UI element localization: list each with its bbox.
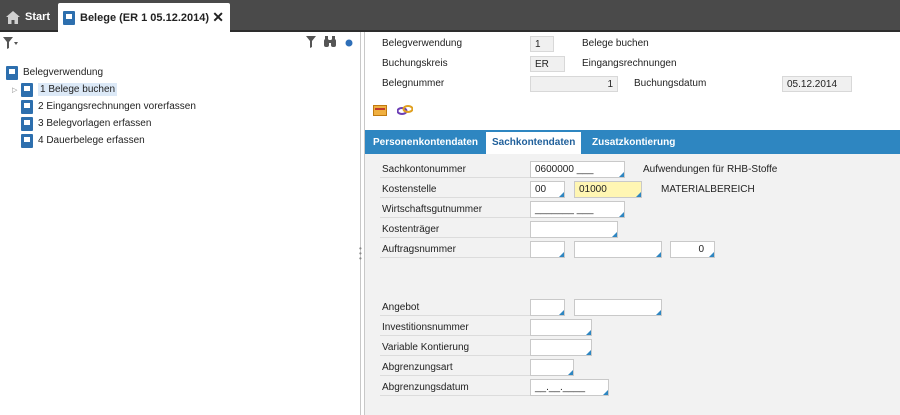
buchungsdatum-label: Buchungsdatum bbox=[634, 78, 707, 89]
sachkontonummer-input[interactable]: 0600000 ___ bbox=[530, 161, 625, 178]
buchungskreis-label: Buchungskreis bbox=[382, 58, 448, 69]
divider bbox=[380, 315, 530, 316]
belegnummer-field: 1 bbox=[530, 76, 618, 92]
document-book-icon bbox=[21, 133, 33, 148]
link-chain-icon[interactable] bbox=[397, 104, 413, 117]
divider bbox=[380, 375, 530, 376]
kostentraeger-label: Kostenträger bbox=[382, 224, 440, 235]
abgrenzungsdatum-label: Abgrenzungsdatum bbox=[382, 382, 469, 393]
angebot-input-2[interactable] bbox=[574, 299, 662, 316]
divider bbox=[380, 335, 530, 336]
close-icon[interactable]: ✕ bbox=[212, 9, 224, 26]
home-icon bbox=[6, 10, 20, 24]
left-toolbar bbox=[0, 32, 360, 54]
kostenstelle-input-2[interactable]: 01000 bbox=[574, 181, 642, 198]
tree-item-dauerbelege[interactable]: 4 Dauerbelege erfassen bbox=[21, 132, 196, 149]
sachkonten-form: Sachkontonummer 0600000 ___ Aufwendungen… bbox=[365, 154, 900, 415]
tab-start-label: Start bbox=[25, 11, 51, 23]
divider bbox=[380, 197, 530, 198]
belegverwendung-field: 1 bbox=[530, 36, 554, 52]
variable-kontierung-label: Variable Kontierung bbox=[382, 342, 470, 353]
tree-item-label: 3 Belegvorlagen erfassen bbox=[38, 118, 152, 129]
divider bbox=[380, 355, 530, 356]
investitionsnummer-label: Investitionsnummer bbox=[382, 322, 469, 333]
divider bbox=[380, 217, 530, 218]
tree-item-belege-buchen[interactable]: ▷ 1 Belege buchen bbox=[12, 81, 196, 98]
tree-item-label: 2 Eingangsrechnungen vorerfassen bbox=[38, 101, 196, 112]
abgrenzungsart-input[interactable] bbox=[530, 359, 574, 376]
buchungskreis-desc: Eingangsrechnungen bbox=[582, 58, 677, 69]
belegnummer-label: Belegnummer bbox=[382, 78, 445, 89]
auftragsnummer-input-1[interactable] bbox=[530, 241, 565, 258]
wirtschaftsgutnummer-label: Wirtschaftsgutnummer bbox=[382, 204, 483, 215]
top-tab-bar: Start Belege (ER 1 05.12.2014) ✕ bbox=[0, 0, 900, 32]
sachkontonummer-label: Sachkontonummer bbox=[382, 164, 466, 175]
abgrenzungsdatum-input[interactable]: __.__.____ bbox=[530, 379, 609, 396]
variable-kontierung-input[interactable] bbox=[530, 339, 592, 356]
document-book-icon bbox=[21, 82, 33, 97]
tab-sachkontendaten[interactable]: Sachkontendaten bbox=[486, 132, 582, 154]
tab-zusatzkontierung[interactable]: Zusatzkontierung bbox=[586, 132, 681, 154]
kostenstelle-desc: MATERIALBEREICH bbox=[661, 184, 755, 195]
left-panel: Belegverwendung ▷ 1 Belege buchen 2 Eing… bbox=[0, 32, 360, 415]
document-book-icon bbox=[21, 99, 33, 114]
filter-dropdown-icon[interactable] bbox=[3, 36, 19, 50]
divider bbox=[380, 257, 530, 258]
tree-item-label: 1 Belege buchen bbox=[38, 83, 118, 96]
divider bbox=[380, 177, 530, 178]
kostenstelle-input-1[interactable]: 00 bbox=[530, 181, 565, 198]
buchungskreis-field: ER bbox=[530, 56, 565, 72]
tab-start[interactable]: Start bbox=[0, 4, 55, 30]
auftragsnummer-input-3[interactable]: 0 bbox=[670, 241, 715, 258]
document-book-icon bbox=[63, 10, 75, 25]
funnel-icon[interactable] bbox=[306, 36, 316, 48]
tree-root[interactable]: Belegverwendung bbox=[6, 64, 196, 81]
angebot-label: Angebot bbox=[382, 302, 420, 313]
auftragsnummer-input-2[interactable] bbox=[574, 241, 662, 258]
binoculars-icon[interactable] bbox=[323, 36, 337, 48]
document-book-icon bbox=[21, 116, 33, 131]
divider bbox=[380, 395, 530, 396]
divider bbox=[380, 237, 530, 238]
tree-view: Belegverwendung ▷ 1 Belege buchen 2 Eing… bbox=[6, 64, 196, 149]
tab-belege[interactable]: Belege (ER 1 05.12.2014) ✕ bbox=[58, 3, 230, 32]
angebot-input-1[interactable] bbox=[530, 299, 565, 316]
buchungsdatum-field: 05.12.2014 bbox=[782, 76, 852, 92]
investitionsnummer-input[interactable] bbox=[530, 319, 592, 336]
status-dot-icon[interactable] bbox=[345, 39, 353, 47]
kostentraeger-input[interactable] bbox=[530, 221, 618, 238]
kostenstelle-label: Kostenstelle bbox=[382, 184, 437, 195]
detail-tab-bar: Personenkontendaten Sachkontendaten Zusa… bbox=[365, 130, 900, 154]
right-panel: Belegverwendung 1 Belege buchen Buchungs… bbox=[365, 32, 900, 415]
tree-item-label: 4 Dauerbelege erfassen bbox=[38, 135, 145, 146]
wirtschaftsgutnummer-input[interactable]: _______ ___ bbox=[530, 201, 625, 218]
envelope-icon[interactable] bbox=[373, 105, 387, 116]
tree-root-label: Belegverwendung bbox=[23, 67, 104, 78]
splitter-grip-icon[interactable]: • • • bbox=[359, 245, 362, 263]
tab-belege-label: Belege (ER 1 05.12.2014) bbox=[80, 11, 210, 24]
expand-arrow-icon[interactable]: ▷ bbox=[12, 86, 17, 94]
auftragsnummer-label: Auftragsnummer bbox=[382, 244, 456, 255]
tree-item-belegvorlagen[interactable]: 3 Belegvorlagen erfassen bbox=[21, 115, 196, 132]
document-book-icon bbox=[6, 65, 18, 80]
abgrenzungsart-label: Abgrenzungsart bbox=[382, 362, 453, 373]
belegverwendung-desc: Belege buchen bbox=[582, 38, 649, 49]
sachkontonummer-desc: Aufwendungen für RHB-Stoffe bbox=[643, 164, 778, 175]
tree-item-eingangsrechnungen[interactable]: 2 Eingangsrechnungen vorerfassen bbox=[21, 98, 196, 115]
belegverwendung-label: Belegverwendung bbox=[382, 38, 463, 49]
tab-personenkontendaten[interactable]: Personenkontendaten bbox=[367, 132, 484, 154]
